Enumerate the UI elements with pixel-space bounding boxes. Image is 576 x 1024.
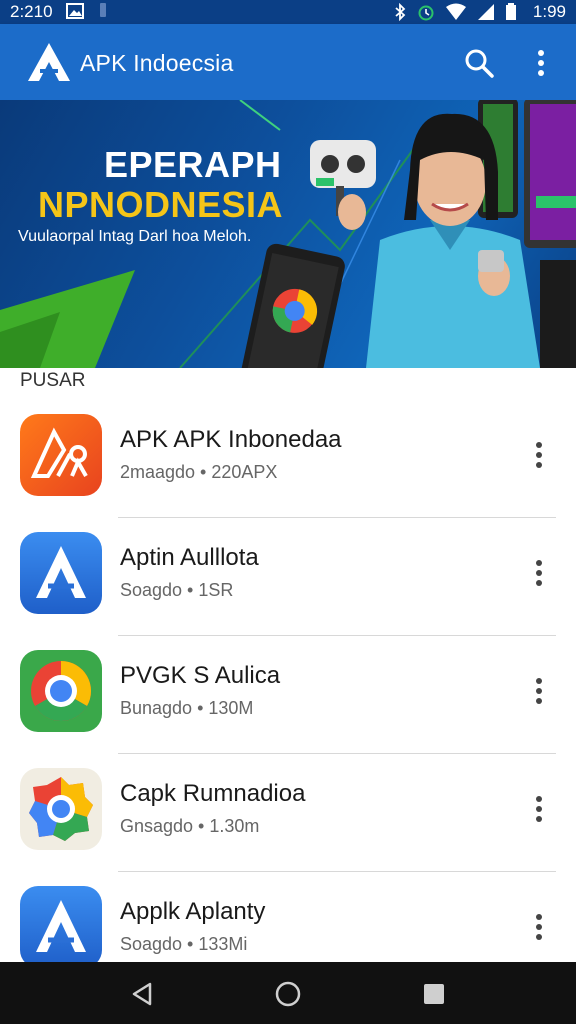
wifi-icon [445, 3, 466, 20]
more-options-icon[interactable] [528, 912, 550, 942]
app-meta: Soagdo • 1SR [120, 580, 234, 600]
list-item[interactable]: Capk Rumnadioa Gnsagdo • 1.30m [0, 754, 576, 872]
back-icon[interactable] [128, 980, 156, 1008]
battery-icon [505, 3, 516, 20]
app-title: APK Indoecsia [80, 50, 234, 76]
section-label: PUSAR [20, 370, 86, 391]
app-name: APK APK Inbonedaa [120, 426, 342, 453]
system-nav-bar [0, 962, 576, 1024]
apk-orange-icon [20, 414, 102, 496]
app-meta: Soagdo • 133Mi [120, 934, 248, 954]
chrome-icon [20, 650, 102, 732]
banner-heading: EPERAPH [104, 144, 282, 185]
overflow-menu-icon[interactable] [526, 46, 556, 80]
app-name: Capk Rumnadioa [120, 780, 306, 807]
notification-icon [100, 3, 106, 17]
status-clock: 1:99 [532, 2, 566, 21]
bluetooth-icon [395, 3, 406, 21]
list-item[interactable]: Aptin Aulllota Soagdo • 1SR [0, 518, 576, 636]
gear-color-icon [20, 768, 102, 850]
search-icon[interactable] [462, 46, 496, 80]
more-options-icon[interactable] [528, 558, 550, 588]
more-options-icon[interactable] [528, 676, 550, 706]
app-bar: APK Indoecsia [0, 24, 576, 100]
list-item[interactable]: APK APK Inbonedaa 2maagdo • 220APX [0, 400, 576, 518]
more-options-icon[interactable] [528, 794, 550, 824]
signal-icon [477, 4, 494, 20]
app-meta: Gnsagdo • 1.30m [120, 816, 260, 836]
list-item[interactable]: PVGK S Aulica Bunagdo • 130M [0, 636, 576, 754]
apk-blue-icon [20, 886, 102, 968]
image-icon [66, 3, 84, 19]
app-meta: Bunagdo • 130M [120, 698, 254, 718]
banner-heading-secondary: NPNODNESIA [38, 184, 284, 225]
app-name: Aptin Aulllota [120, 544, 259, 571]
app-name: Applk Aplanty [120, 898, 266, 925]
promo-banner[interactable]: EPERAPH NPNODNESIA Vuulaorpal Intag Darl… [0, 100, 576, 368]
status-bar: 2:210 1:99 [0, 0, 576, 24]
app-meta: 2maagdo • 220APX [120, 462, 278, 482]
banner-subtitle: Vuulaorpal Intag Darl hoa Meloh. [18, 228, 252, 245]
app-logo-icon [28, 43, 70, 81]
app-name: PVGK S Aulica [120, 662, 281, 689]
more-options-icon[interactable] [528, 440, 550, 470]
alarm-icon [418, 5, 434, 21]
apk-blue-icon [20, 532, 102, 614]
status-time: 2:210 [10, 2, 53, 21]
recents-icon[interactable] [420, 980, 448, 1008]
home-icon[interactable] [274, 980, 302, 1008]
